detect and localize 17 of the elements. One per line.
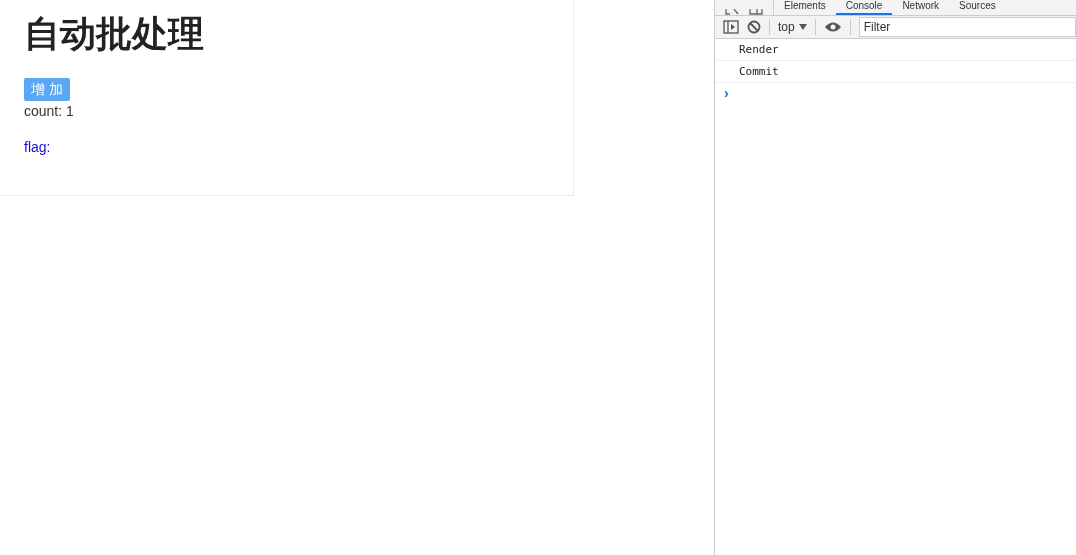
flag-text: flag: xyxy=(24,138,51,157)
page-title: 自动批处理 xyxy=(24,12,204,56)
caret-icon xyxy=(798,24,807,30)
eye-icon[interactable] xyxy=(823,21,842,33)
console-message: Commit xyxy=(715,61,1076,83)
count-text: count: 1 xyxy=(24,102,74,121)
context-dropdown[interactable]: top xyxy=(778,20,807,34)
filter-field[interactable]: Filter xyxy=(858,17,1076,37)
device-icon[interactable] xyxy=(749,9,763,15)
console-prompt[interactable]: › xyxy=(715,83,1076,103)
console-message: Render xyxy=(715,39,1076,61)
devtools-tab[interactable]: Network xyxy=(892,0,950,15)
clear-icon[interactable] xyxy=(747,20,761,34)
devtools-tab[interactable]: Sources xyxy=(949,0,1006,15)
devtools-tab[interactable]: Elements xyxy=(774,0,836,15)
sidebar-toggle-icon[interactable] xyxy=(723,20,739,34)
inspect-icon[interactable] xyxy=(725,9,739,15)
